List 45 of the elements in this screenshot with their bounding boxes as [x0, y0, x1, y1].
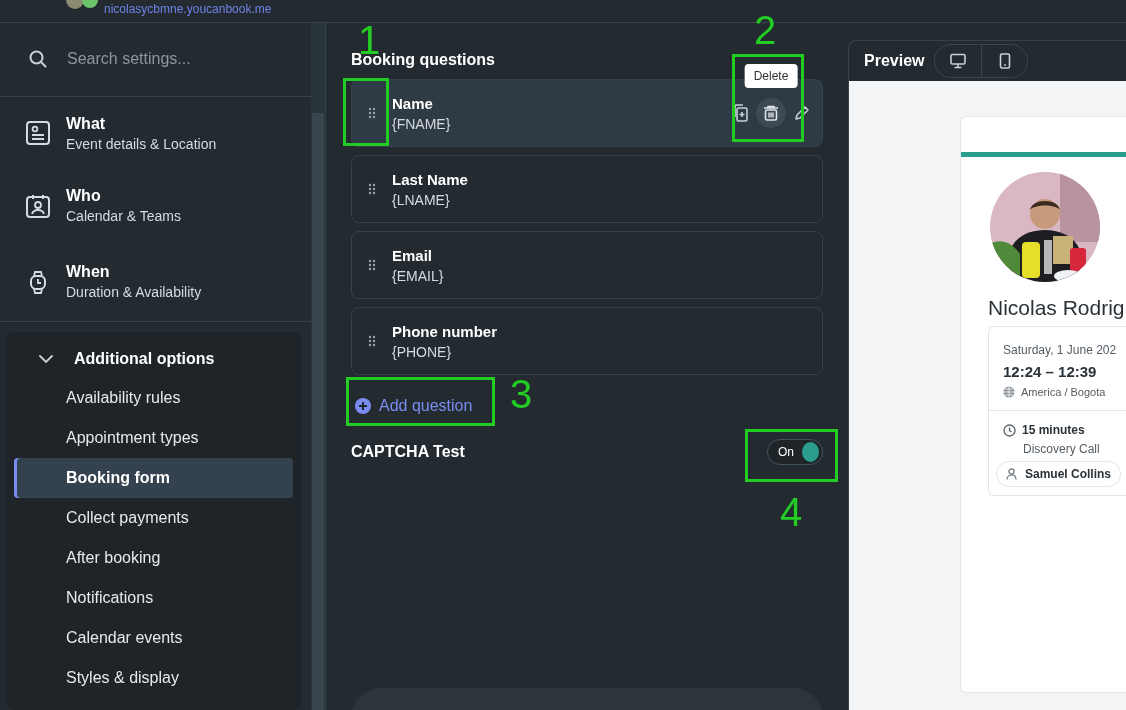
question-token: {LNAME}: [392, 191, 451, 208]
tooltip: Delete: [744, 64, 798, 88]
annotation-number: 4: [780, 490, 803, 534]
section-title: What: [66, 114, 107, 133]
question-token: {EMAIL}: [392, 267, 445, 284]
host-name: Nicolas Rodrig: [988, 296, 1126, 320]
question-token: {FNAME}: [392, 115, 452, 132]
section-title: Who: [66, 187, 102, 206]
question-token: {PHONE}: [392, 343, 453, 360]
annotation-number: 2: [754, 8, 777, 52]
options-item[interactable]: After booking: [14, 538, 293, 578]
section-title: When: [66, 263, 111, 282]
settings-section[interactable]: Who Calendar & Teams: [0, 169, 311, 243]
booking-time: 12:24 – 12:39: [1003, 363, 1098, 380]
preview-title: Preview: [864, 52, 925, 70]
options-item[interactable]: Appointment types: [14, 418, 293, 458]
section-subtitle: Duration & Availability: [66, 284, 202, 301]
duration-label: 15 minutes: [1022, 423, 1085, 437]
timezone-label: America / Bogota: [1021, 386, 1106, 398]
question-card[interactable]: Last Name {LNAME}: [351, 155, 823, 223]
section-subtitle: Calendar & Teams: [66, 208, 181, 225]
settings-section[interactable]: What Event details & Location: [0, 96, 311, 170]
options-item[interactable]: Availability rules: [14, 378, 293, 418]
options-header[interactable]: Additional options: [14, 340, 293, 378]
options-item[interactable]: Styles & display: [14, 658, 293, 698]
booking-date: Saturday, 1 June 202: [1003, 343, 1118, 357]
options-item[interactable]: Booking form: [14, 458, 293, 498]
options-item[interactable]: Calendar events: [14, 618, 293, 658]
question-label: Name: [392, 94, 434, 112]
search-field[interactable]: Search settings...: [65, 49, 289, 70]
annotation-number: 3: [510, 372, 533, 416]
account-link[interactable]: nicolasycbmne.youcanbook.me: [104, 2, 272, 16]
question-label: Last Name: [392, 170, 469, 188]
host-label: Samuel Collins: [1025, 467, 1112, 481]
event-type: Discovery Call: [1022, 442, 1101, 456]
toggle-switch[interactable]: On: [767, 439, 823, 465]
captcha-label: CAPTCHA Test: [351, 443, 465, 461]
question-label: Email: [392, 246, 434, 264]
question-card[interactable]: Phone number {PHONE}: [351, 307, 823, 375]
add-question-button[interactable]: Add question: [351, 389, 477, 423]
options-item[interactable]: Collect payments: [14, 498, 293, 538]
section-subtitle: Event details & Location: [66, 135, 217, 152]
question-label: Phone number: [392, 322, 498, 340]
question-card[interactable]: Email {EMAIL}: [351, 231, 823, 299]
options-item[interactable]: Notifications: [14, 578, 293, 618]
